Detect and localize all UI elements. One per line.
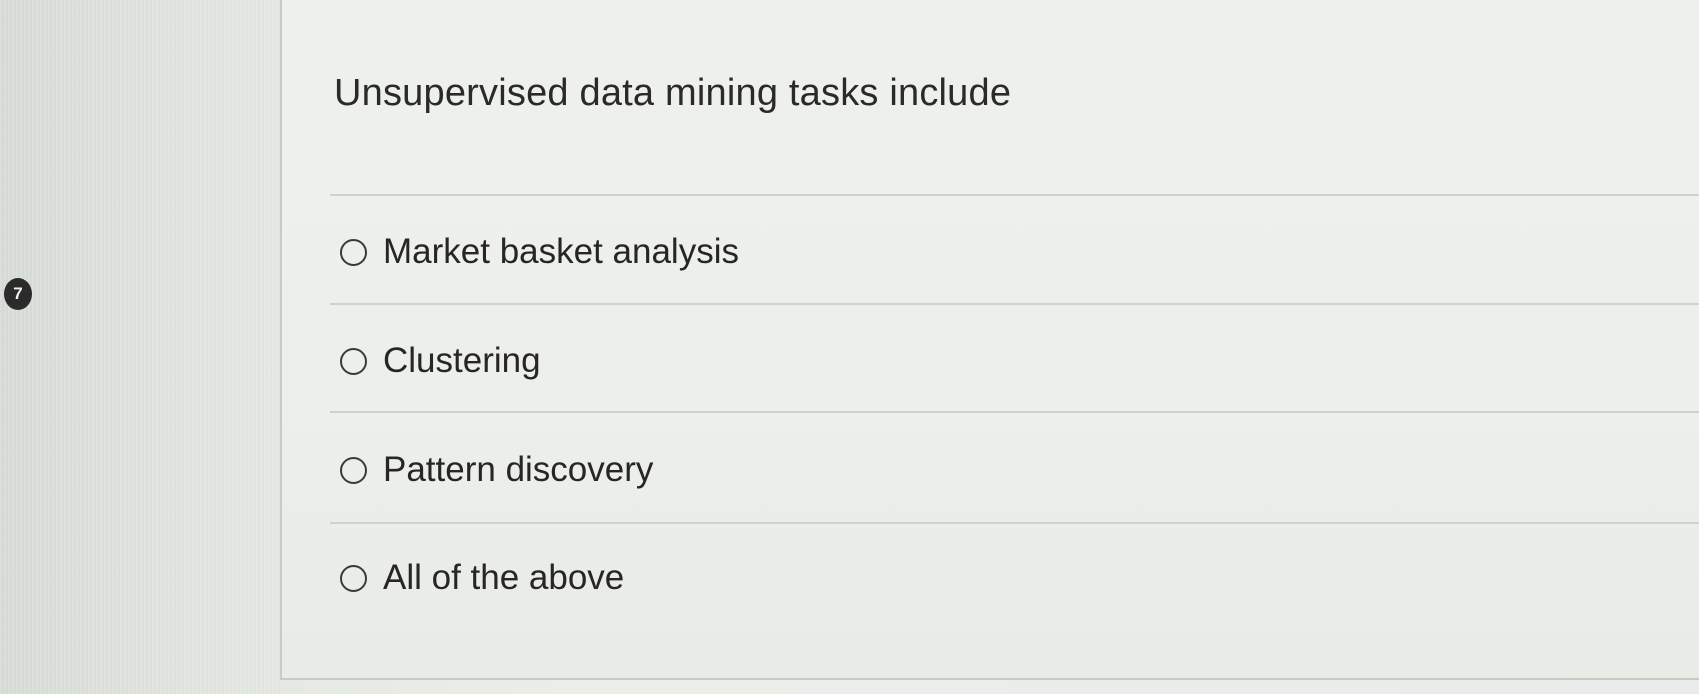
question-card: Unsupervised data mining tasks include M… [280,0,1699,680]
question-text: Unsupervised data mining tasks include [334,72,1012,114]
option-clustering[interactable]: Clustering [340,341,541,381]
divider [330,522,1699,524]
radio-button[interactable] [340,238,367,266]
radio-button[interactable] [340,564,367,592]
option-market-basket-analysis[interactable]: Market basket analysis [340,232,739,272]
divider [330,194,1699,196]
question-number-badge: 7 [4,278,32,310]
option-label: Market basket analysis [383,232,739,271]
option-label: Pattern discovery [383,450,654,489]
option-label: All of the above [383,558,625,597]
option-label: Clustering [383,341,541,380]
radio-button[interactable] [340,347,367,375]
page-margin [0,0,280,694]
divider [330,411,1699,413]
divider [330,303,1699,305]
option-all-of-the-above[interactable]: All of the above [340,558,624,598]
radio-button[interactable] [340,456,367,484]
option-pattern-discovery[interactable]: Pattern discovery [340,450,653,490]
